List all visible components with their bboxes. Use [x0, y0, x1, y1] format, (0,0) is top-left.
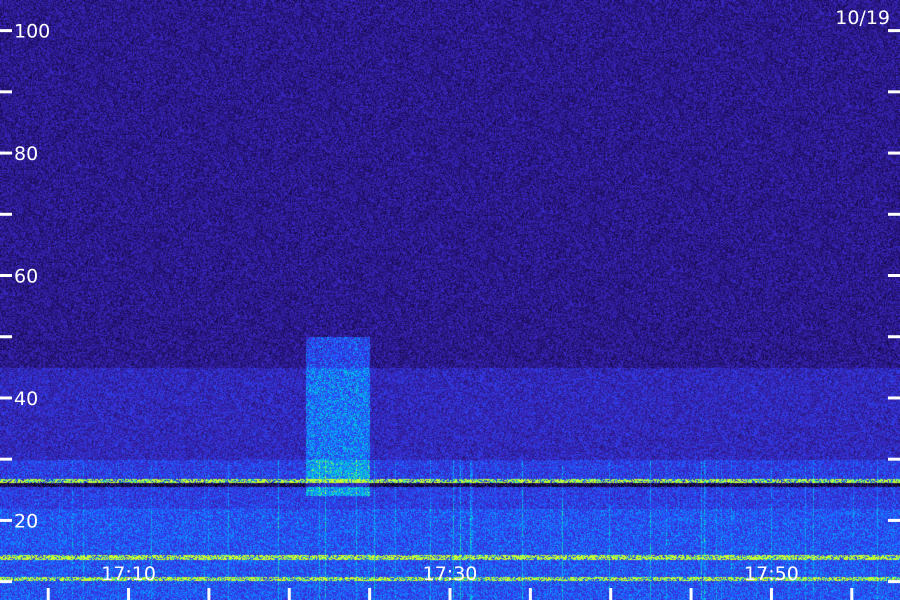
spectrogram-chart: 100 80 60 40 20 17:10 17:30 17:50 10/19 [0, 0, 900, 600]
x-tick-label-1710: 17:10 [101, 563, 156, 585]
chart-overlay: 100 80 60 40 20 17:10 17:30 17:50 10/19 [0, 7, 900, 600]
y-tick-label-40: 40 [14, 388, 38, 410]
y-tick-label-20: 20 [14, 510, 38, 532]
date-label: 10/19 [835, 7, 890, 29]
x-tick-label-1730: 17:30 [423, 563, 478, 585]
y-axis: 100 80 60 40 20 [0, 21, 900, 584]
y-tick-label-100: 100 [14, 21, 50, 43]
y-tick-label-60: 60 [14, 266, 38, 288]
x-axis: 17:10 17:30 17:50 [46, 563, 854, 600]
x-tick-label-1750: 17:50 [744, 563, 799, 585]
y-tick-label-80: 80 [14, 143, 38, 165]
